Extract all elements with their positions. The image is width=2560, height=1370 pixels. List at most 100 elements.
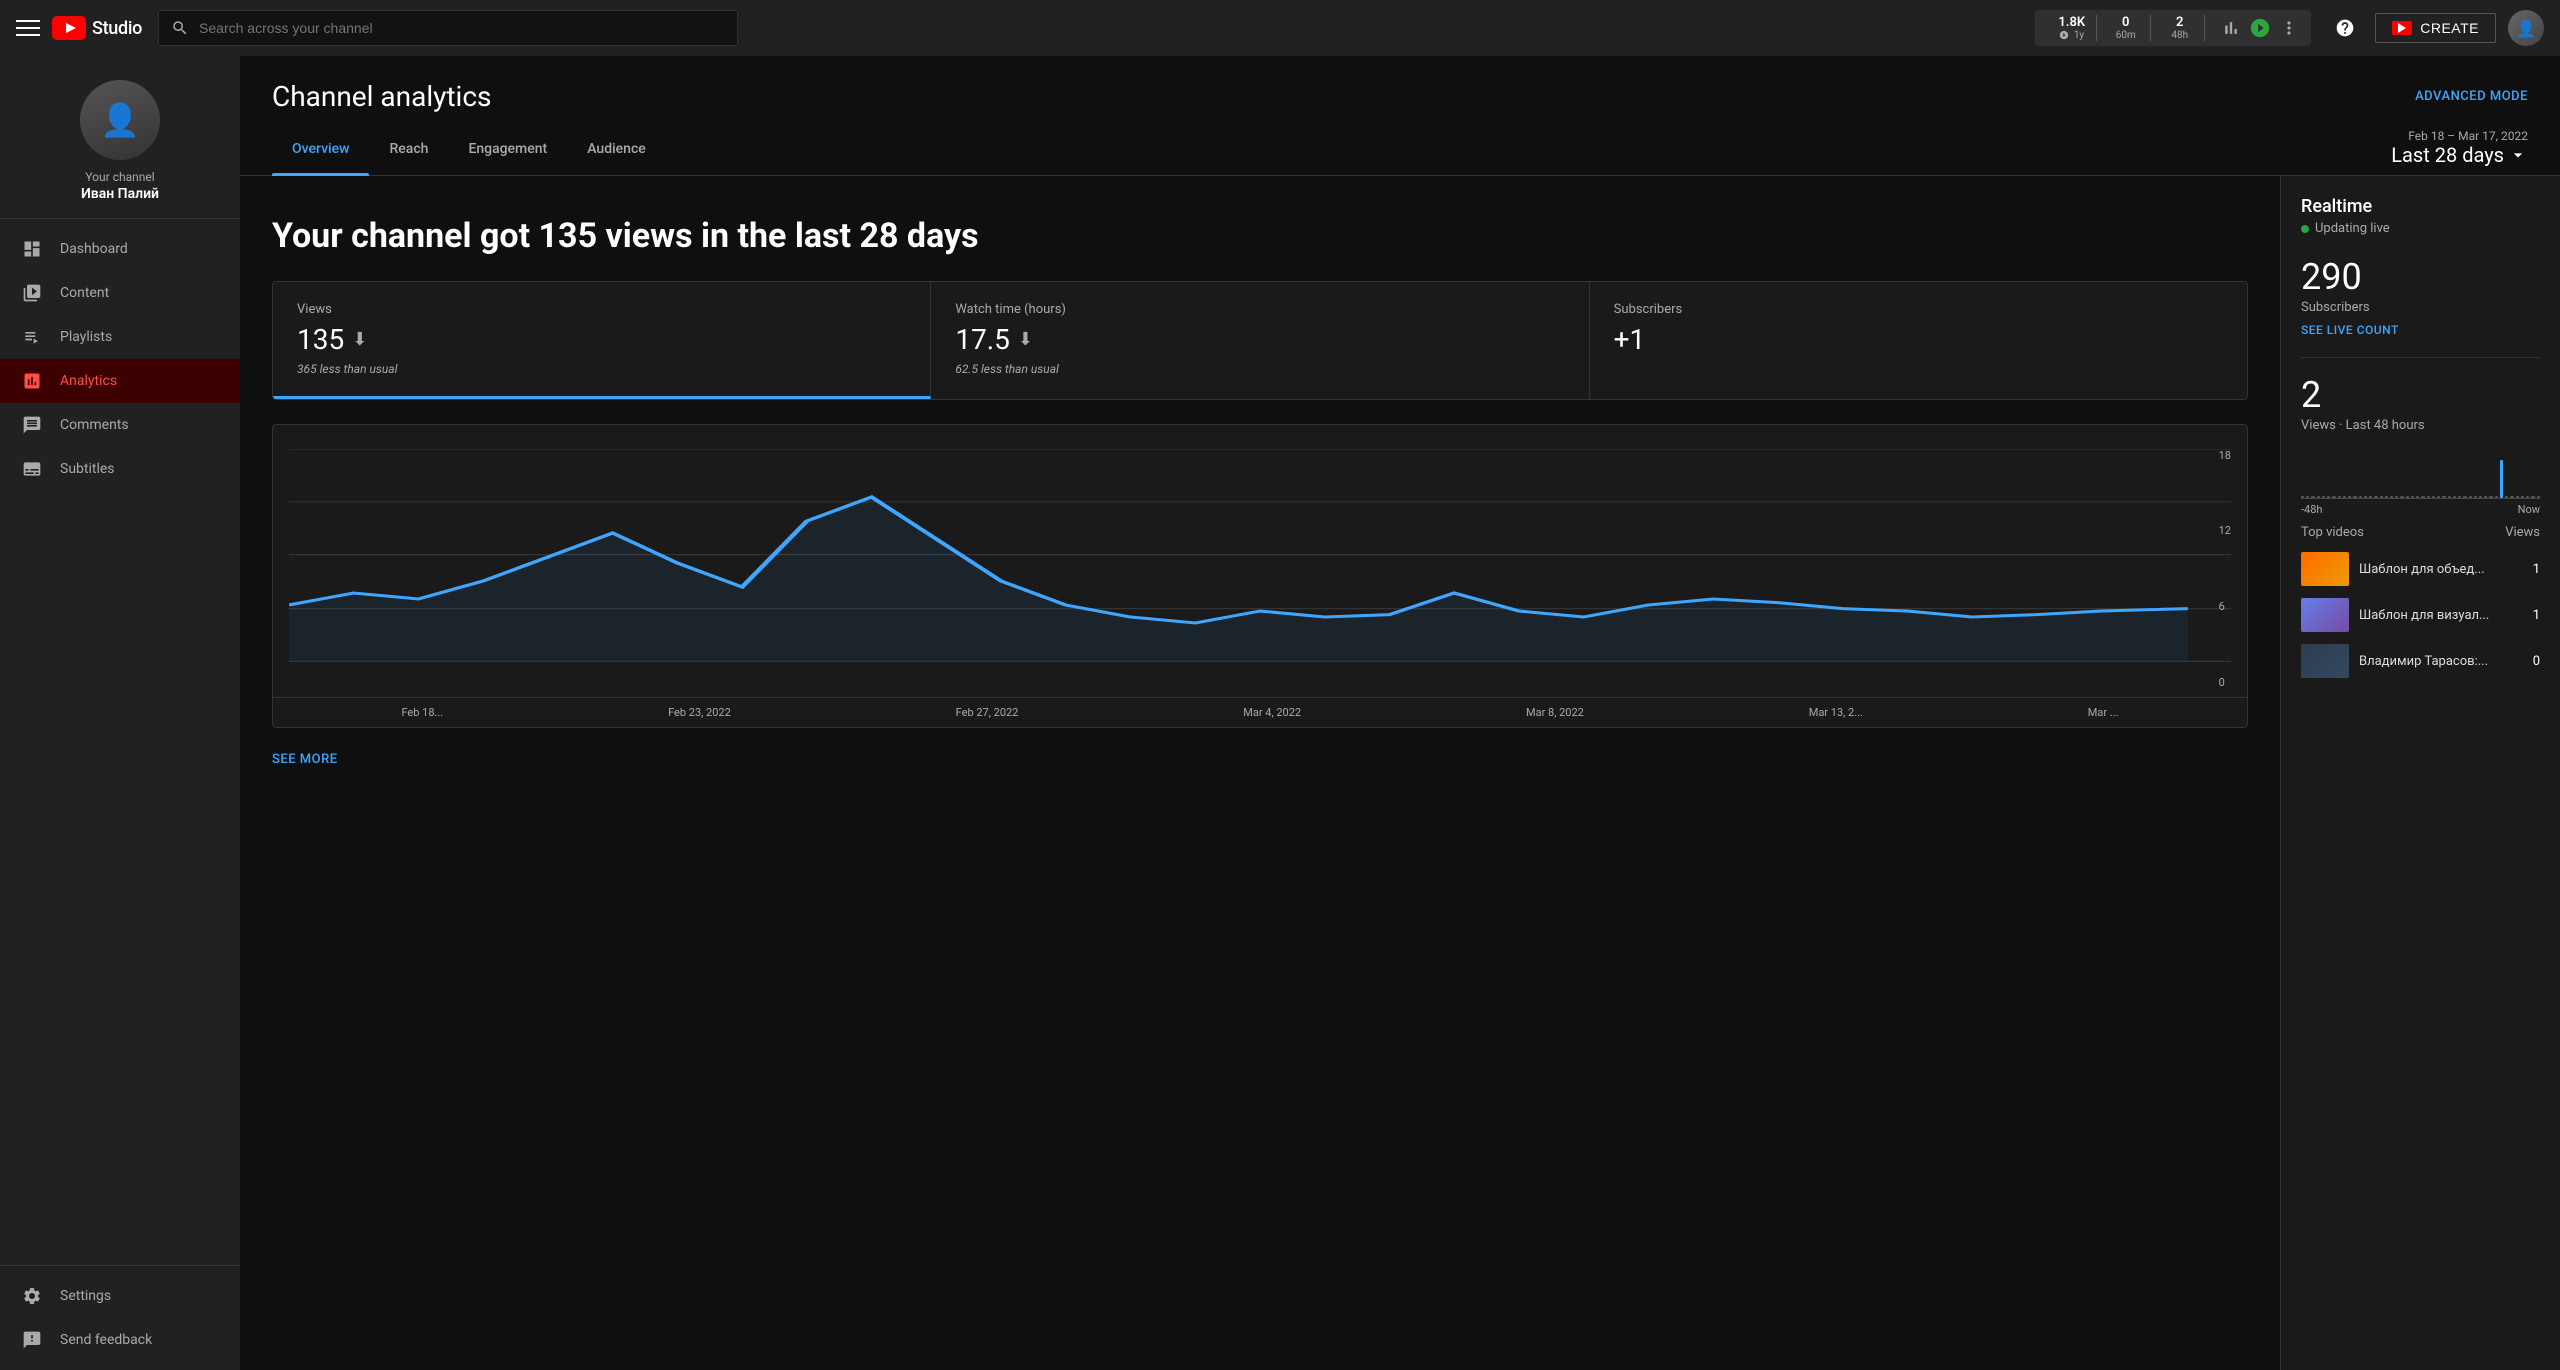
analytics-tabs: Overview Reach Engagement Audience Feb 1…	[240, 129, 2560, 176]
mini-bar	[2385, 496, 2388, 498]
views-header-label: Views	[2505, 525, 2540, 540]
tab-reach[interactable]: Reach	[369, 129, 448, 175]
create-video-icon	[2392, 21, 2412, 35]
avatar[interactable]: 👤	[2508, 10, 2544, 46]
sidebar-item-feedback[interactable]: Send feedback	[0, 1318, 240, 1362]
sidebar-bottom: Settings Send feedback	[0, 1265, 240, 1370]
mini-bar	[2348, 496, 2351, 498]
sidebar-item-analytics[interactable]: Analytics	[0, 359, 240, 403]
video-item-1[interactable]: Шаблон для визуал... 1	[2301, 598, 2540, 632]
mini-bar	[2537, 496, 2540, 498]
video-item-2[interactable]: Владимир Тарасов:... 0	[2301, 644, 2540, 678]
channel-avatar-image: 👤	[80, 80, 160, 160]
search-input[interactable]	[199, 20, 725, 36]
create-button[interactable]: CREATE	[2375, 13, 2496, 43]
chart-x-labels: Feb 18... Feb 23, 2022 Feb 27, 2022 Mar …	[273, 697, 2247, 727]
sidebar-item-settings[interactable]: Settings	[0, 1274, 240, 1318]
content-icon	[20, 281, 44, 305]
video-item-0[interactable]: Шаблон для объед... 1	[2301, 552, 2540, 586]
mini-bar	[2380, 496, 2383, 498]
settings-label: Settings	[60, 1288, 111, 1304]
main-content: Channel analytics ADVANCED MODE Overview…	[240, 56, 2560, 1370]
tab-engagement[interactable]: Engagement	[448, 129, 567, 175]
realtime-subscribers-count: 290	[2301, 256, 2540, 298]
nav-left: Studio	[16, 16, 142, 40]
bar-chart-icon[interactable]	[2221, 18, 2241, 38]
nav-items: Dashboard Content Playlists Analytics	[0, 219, 240, 1265]
menu-dots-icon[interactable]	[2279, 18, 2299, 38]
metric-card-views[interactable]: Views 135 ⬇ 365 less than usual	[273, 282, 931, 399]
video-title-2: Владимир Тарасов:...	[2359, 654, 2523, 669]
date-range-dropdown[interactable]: Last 28 days	[2391, 143, 2528, 167]
chart-y-labels: 18 12 6 0	[2219, 449, 2231, 689]
mini-bar	[2317, 496, 2320, 498]
sidebar-item-subtitles[interactable]: Subtitles	[0, 447, 240, 491]
stat-1y: 1.8K 1y	[2047, 15, 2097, 41]
topnav-icons: CREATE 👤	[2327, 10, 2544, 46]
mini-bar	[2510, 496, 2513, 498]
play-circle-icon[interactable]	[2249, 17, 2271, 39]
realtime-views-count: 2	[2301, 374, 2540, 416]
see-live-count-button[interactable]: SEE LIVE COUNT	[2301, 323, 2540, 337]
mini-chart-label-end: Now	[2518, 503, 2540, 516]
mini-chart-x-labels: -48h Now	[2301, 503, 2540, 516]
mini-bar	[2327, 496, 2330, 498]
metric-card-subscribers[interactable]: Subscribers +1	[1590, 282, 2247, 399]
line-chart-svg	[289, 449, 2231, 689]
mini-bar	[2521, 496, 2524, 498]
stats-bar: 1.8K 1y 0 60m 2 48h	[2035, 10, 2311, 46]
metric-card-watch-time[interactable]: Watch time (hours) 17.5 ⬇ 62.5 less than…	[931, 282, 1589, 399]
sidebar-item-playlists[interactable]: Playlists	[0, 315, 240, 359]
playlists-icon	[20, 325, 44, 349]
tab-overview[interactable]: Overview	[272, 129, 369, 175]
channel-label: Your channel	[85, 170, 154, 184]
mini-bar	[2364, 496, 2367, 498]
live-label: Updating live	[2315, 221, 2390, 236]
sidebar-item-dashboard[interactable]: Dashboard	[0, 227, 240, 271]
mini-bar	[2390, 496, 2393, 498]
mini-bar	[2526, 496, 2529, 498]
mini-bar	[2505, 496, 2508, 498]
content-label: Content	[60, 285, 109, 301]
sidebar: 👤 Your channel Иван Палий Dashboard Cont…	[0, 56, 240, 1370]
mini-bar	[2432, 496, 2435, 498]
page-title: Channel analytics	[272, 80, 491, 113]
mini-bar	[2484, 496, 2487, 498]
search-bar[interactable]	[158, 10, 738, 46]
mini-bar	[2453, 496, 2456, 498]
playlists-label: Playlists	[60, 329, 112, 345]
sidebar-item-content[interactable]: Content	[0, 271, 240, 315]
realtime-title: Realtime	[2301, 196, 2540, 217]
logo[interactable]: Studio	[52, 16, 142, 40]
menu-icon[interactable]	[16, 16, 40, 40]
mini-bar	[2442, 496, 2445, 498]
date-range-label: Feb 18 – Mar 17, 2022	[2408, 129, 2528, 143]
realtime-views-label: Views · Last 48 hours	[2301, 418, 2540, 433]
channel-avatar[interactable]: 👤	[80, 80, 160, 160]
mini-bar	[2474, 496, 2477, 498]
chevron-down-icon	[2508, 145, 2528, 165]
advanced-mode-button[interactable]: ADVANCED MODE	[2415, 89, 2528, 104]
mini-bar	[2489, 496, 2492, 498]
feedback-icon	[20, 1328, 44, 1352]
top-navigation: Studio 1.8K 1y 0 60m 2 48h	[0, 0, 2560, 56]
tab-audience[interactable]: Audience	[567, 129, 666, 175]
channel-info: 👤 Your channel Иван Палий	[0, 56, 240, 219]
help-button[interactable]	[2327, 10, 2363, 46]
mini-bar	[2495, 496, 2498, 498]
subtitles-icon	[20, 457, 44, 481]
app-body: 👤 Your channel Иван Палий Dashboard Cont…	[0, 56, 2560, 1370]
metric-views-value: 135	[297, 323, 344, 356]
metric-watch-value-row: 17.5 ⬇	[955, 323, 1564, 356]
see-more-button[interactable]: SEE MORE	[272, 752, 338, 767]
top-videos-label: Top videos	[2301, 525, 2364, 540]
chart-area: Your channel got 135 views in the last 2…	[240, 176, 2280, 1370]
mini-bar	[2437, 496, 2440, 498]
chart-svg-wrapper: 18 12 6 0	[273, 449, 2247, 689]
sidebar-item-comments[interactable]: Comments	[0, 403, 240, 447]
mini-bar	[2353, 496, 2356, 498]
metric-subs-label: Subscribers	[1614, 302, 2223, 317]
feedback-label: Send feedback	[60, 1332, 152, 1348]
metric-subs-value-row: +1	[1614, 323, 2223, 356]
comments-label: Comments	[60, 417, 129, 433]
